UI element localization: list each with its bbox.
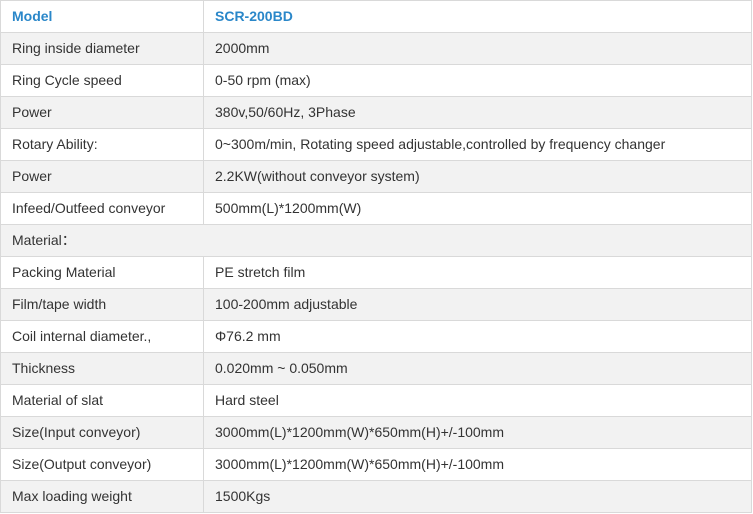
row-label: Power — [0, 160, 204, 193]
row-label: Thickness — [0, 352, 204, 385]
row-label: Infeed/Outfeed conveyor — [0, 192, 204, 225]
table-row: Max loading weight 1500Kgs — [0, 480, 752, 513]
row-label: Ring inside diameter — [0, 32, 204, 65]
header-value-cell: SCR-200BD — [203, 0, 752, 33]
row-value: 2.2KW(without conveyor system) — [203, 160, 752, 193]
row-value: 380v,50/60Hz, 3Phase — [203, 96, 752, 129]
row-value: 500mm(L)*1200mm(W) — [203, 192, 752, 225]
row-value: 2000mm — [203, 32, 752, 65]
row-label: Power — [0, 96, 204, 129]
table-row: Size(Input conveyor) 3000mm(L)*1200mm(W)… — [0, 416, 752, 449]
row-label: Coil internal diameter., — [0, 320, 204, 353]
row-value: 3000mm(L)*1200mm(W)*650mm(H)+/-100mm — [203, 416, 752, 449]
row-value: 100-200mm adjustable — [203, 288, 752, 321]
row-label: Film/tape width — [0, 288, 204, 321]
table-row: Infeed/Outfeed conveyor 500mm(L)*1200mm(… — [0, 192, 752, 225]
table-section-row: Material： — [0, 224, 752, 257]
row-value: 0~300m/min, Rotating speed adjustable,co… — [203, 128, 752, 161]
row-label: Max loading weight — [0, 480, 204, 513]
table-row: Coil internal diameter., Φ76.2 mm — [0, 320, 752, 353]
table-row: Ring inside diameter 2000mm — [0, 32, 752, 65]
row-label: Rotary Ability: — [0, 128, 204, 161]
section-label: Material： — [0, 224, 752, 257]
row-label: Ring Cycle speed — [0, 64, 204, 97]
table-row: Power 2.2KW(without conveyor system) — [0, 160, 752, 193]
row-label: Size(Input conveyor) — [0, 416, 204, 449]
table-header-row: Model SCR-200BD — [0, 0, 752, 33]
row-value: 0.020mm ~ 0.050mm — [203, 352, 752, 385]
table-row: Thickness 0.020mm ~ 0.050mm — [0, 352, 752, 385]
table-row: Power 380v,50/60Hz, 3Phase — [0, 96, 752, 129]
row-value: 1500Kgs — [203, 480, 752, 513]
row-value: Φ76.2 mm — [203, 320, 752, 353]
table-row: Rotary Ability: 0~300m/min, Rotating spe… — [0, 128, 752, 161]
row-label: Packing Material — [0, 256, 204, 289]
row-value: PE stretch film — [203, 256, 752, 289]
row-label: Size(Output conveyor) — [0, 448, 204, 481]
row-value: 3000mm(L)*1200mm(W)*650mm(H)+/-100mm — [203, 448, 752, 481]
table-row: Size(Output conveyor) 3000mm(L)*1200mm(W… — [0, 448, 752, 481]
table-row: Ring Cycle speed 0-50 rpm (max) — [0, 64, 752, 97]
row-value: 0-50 rpm (max) — [203, 64, 752, 97]
header-label-cell: Model — [0, 0, 204, 33]
row-value: Hard steel — [203, 384, 752, 417]
spec-table: Model SCR-200BD Ring inside diameter 200… — [0, 0, 752, 513]
table-row: Film/tape width 100-200mm adjustable — [0, 288, 752, 321]
table-row: Packing Material PE stretch film — [0, 256, 752, 289]
row-label: Material of slat — [0, 384, 204, 417]
table-row: Material of slat Hard steel — [0, 384, 752, 417]
